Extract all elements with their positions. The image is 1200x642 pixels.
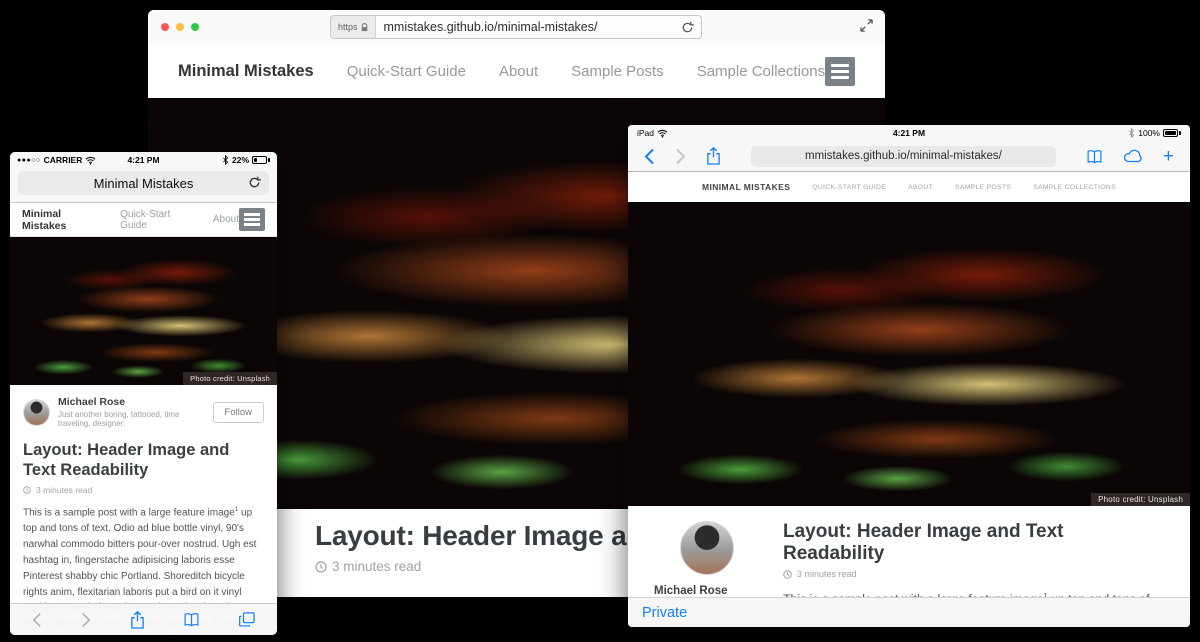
site-masthead: Minimal Mistakes Quick-Start Guide About… (148, 44, 885, 98)
forward-button[interactable] (675, 148, 686, 165)
carrier-label: CARRIER (44, 155, 83, 165)
address-bar[interactable]: https mmistakes.github.io/minimal-mistak… (330, 15, 702, 39)
menu-toggle-button[interactable] (239, 208, 265, 231)
close-window-button[interactable] (161, 23, 169, 31)
responsive-preview-composite: https mmistakes.github.io/minimal-mistak… (0, 0, 1200, 642)
post-content: Michael Rose Just another boring, tattoo… (10, 385, 277, 635)
nav-link-sample-posts[interactable]: Sample Posts (571, 63, 664, 80)
nav-link-quick-start[interactable]: QUICK-START GUIDE (812, 184, 886, 191)
back-button[interactable] (644, 148, 655, 165)
feature-image: Photo credit: Unsplash (10, 237, 277, 385)
device-label: iPad (637, 128, 654, 138)
private-browsing-bar: Private (628, 597, 1190, 627)
bookmarks-button[interactable] (1086, 149, 1103, 164)
battery-percent: 100% (1138, 128, 1160, 138)
browser-toolbar: https mmistakes.github.io/minimal-mistak… (148, 10, 885, 44)
post-title: Layout: Header Image and Text Readabilit… (783, 521, 1168, 565)
nav-link-sample-posts[interactable]: SAMPLE POSTS (955, 184, 1011, 191)
page-title-text: Minimal Mistakes (94, 176, 194, 191)
nav-link-about[interactable]: ABOUT (908, 184, 933, 191)
feature-image: Photo credit: Unsplash (628, 202, 1190, 506)
brand-link[interactable]: MINIMAL MISTAKES (702, 182, 790, 192)
safari-url-row: Minimal Mistakes (10, 168, 277, 203)
clock-icon (315, 561, 327, 573)
iphone-status-bar: ●●●○○ CARRIER 4:21 PM 22% (10, 152, 277, 168)
read-time: 3 minutes read (332, 559, 421, 574)
wifi-icon (657, 129, 668, 138)
follow-button[interactable]: Follow (213, 402, 264, 423)
safari-toolbar: mmistakes.github.io/minimal-mistakes/ + (628, 141, 1190, 172)
forward-button[interactable] (81, 612, 91, 628)
address-text: mmistakes.github.io/minimal-mistakes/ (805, 150, 1002, 162)
post-title: Layout: Header Image and Text Readabilit… (23, 440, 264, 480)
photo-credit-badge: Photo credit: Unsplash (183, 372, 277, 385)
ipad-safari-window: iPad 4:21 PM 100% mmistakes.github.io/mi… (628, 125, 1190, 627)
post-meta: 3 minutes read (783, 569, 1168, 579)
bluetooth-icon (222, 155, 229, 165)
read-time: 3 minutes read (36, 485, 92, 495)
safari-address-field[interactable]: mmistakes.github.io/minimal-mistakes/ (751, 146, 1056, 167)
url-text[interactable]: mmistakes.github.io/minimal-mistakes/ (376, 20, 681, 34)
reload-button[interactable] (248, 176, 261, 189)
https-label: https (338, 22, 358, 32)
minimize-window-button[interactable] (176, 23, 184, 31)
ipad-status-bar: iPad 4:21 PM 100% (628, 125, 1190, 141)
reload-button[interactable] (681, 21, 694, 34)
nav-link-about[interactable]: About (213, 214, 239, 225)
bookmarks-button[interactable] (183, 612, 200, 627)
new-tab-button[interactable]: + (1163, 147, 1174, 166)
tabs-button[interactable] (239, 612, 255, 627)
author-name: Michael Rose (654, 585, 759, 597)
battery-icon (1163, 129, 1181, 137)
brand-link[interactable]: Minimal Mistakes (22, 208, 92, 232)
bluetooth-icon (1128, 128, 1135, 138)
nav-link-quick-start[interactable]: Quick-Start Guide (120, 209, 185, 231)
safari-bottom-toolbar (10, 603, 277, 635)
safari-address-field[interactable]: Minimal Mistakes (18, 171, 269, 195)
icloud-tabs-button[interactable] (1123, 149, 1143, 163)
share-button[interactable] (706, 147, 721, 165)
photo-credit-badge: Photo credit: Unsplash (1091, 493, 1190, 506)
post-meta: 3 minutes read (23, 485, 264, 495)
signal-dots: ●●●○○ (17, 157, 41, 164)
read-time: 3 minutes read (797, 569, 857, 579)
iphone-safari-window: ●●●○○ CARRIER 4:21 PM 22% Minimal Mistak… (10, 152, 277, 635)
nav-link-about[interactable]: About (499, 63, 538, 80)
nav-link-quick-start[interactable]: Quick-Start Guide (347, 63, 466, 80)
author-name: Michael Rose (58, 396, 213, 408)
window-controls (161, 23, 199, 31)
plus-glyph: + (1163, 147, 1174, 166)
nav-link-sample-collections[interactable]: SAMPLE COLLECTIONS (1033, 184, 1116, 191)
author-avatar (23, 399, 50, 426)
brand-link[interactable]: Minimal Mistakes (178, 62, 314, 81)
time-label: 4:21 PM (893, 128, 925, 138)
author-avatar (680, 521, 734, 575)
clock-icon (23, 486, 31, 494)
nav-link-sample-collections[interactable]: Sample Collections (697, 63, 825, 80)
battery-percent: 22% (232, 155, 249, 165)
battery-icon (252, 156, 270, 164)
clock-icon (783, 570, 792, 579)
https-badge: https (331, 16, 376, 38)
fullscreen-icon[interactable] (860, 19, 873, 32)
author-bio: Just another boring, tattooed, time trav… (58, 410, 213, 428)
back-button[interactable] (32, 612, 42, 628)
private-label[interactable]: Private (642, 605, 687, 621)
share-button[interactable] (130, 611, 145, 629)
time-label: 4:21 PM (127, 155, 159, 165)
zoom-window-button[interactable] (191, 23, 199, 31)
site-masthead-iphone: Minimal Mistakes Quick-Start Guide About (10, 203, 277, 237)
lock-icon (361, 23, 368, 32)
author-row: Michael Rose Just another boring, tattoo… (23, 396, 264, 428)
paragraph-text: This is a sample post with a large featu… (23, 508, 235, 519)
wifi-icon (85, 156, 96, 165)
site-masthead-ipad: MINIMAL MISTAKES QUICK-START GUIDE ABOUT… (628, 172, 1190, 202)
menu-toggle-button[interactable] (825, 57, 855, 86)
